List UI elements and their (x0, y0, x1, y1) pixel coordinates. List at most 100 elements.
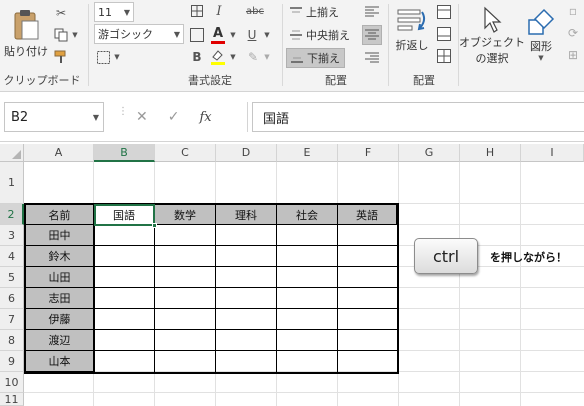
row-header-4[interactable]: 4 (0, 246, 24, 267)
name-box-value: B2 (11, 109, 29, 125)
chevron-down-icon: ▼ (92, 112, 99, 122)
select-all-corner[interactable] (0, 144, 24, 162)
font-color-dropdown-icon[interactable]: ▼ (228, 26, 238, 44)
column-header-i[interactable]: I (521, 144, 584, 162)
cell-f2[interactable]: 英語 (338, 205, 397, 225)
ctrl-caption: を押しながら！ (490, 251, 567, 264)
column-header-e[interactable]: E (277, 144, 338, 162)
middle-align-button[interactable]: 中央揃え (286, 25, 354, 45)
align-center-icon[interactable] (362, 25, 382, 45)
wrap-text-icon (397, 9, 426, 31)
bring-forward-icon[interactable] (434, 2, 454, 22)
highlight-icon[interactable] (208, 46, 228, 68)
formula-buttons: ✕ ✓ fx (128, 102, 248, 132)
cut-icon[interactable]: ✂ (52, 4, 70, 22)
align-objects-icon[interactable]: ⊞ (564, 46, 582, 64)
borders-icon[interactable] (94, 48, 112, 66)
format-brush-dropdown-icon[interactable]: ▼ (262, 48, 272, 66)
ctrl-key-label: ctrl (432, 246, 460, 266)
column-header-h[interactable]: H (460, 144, 521, 162)
italic-button[interactable]: I (210, 2, 228, 20)
group-separator (88, 4, 89, 86)
worksheet-grid[interactable]: A B C D E F G H I 1 2 3 4 5 6 7 8 9 10 1… (0, 144, 584, 406)
paste-label: 貼り付け (4, 45, 48, 58)
format-painter-icon[interactable] (52, 48, 70, 66)
gridline (398, 162, 399, 406)
font-name-combo[interactable]: 游ゴシック ▼ (94, 24, 184, 44)
cell-b2[interactable]: 国語 (94, 205, 155, 225)
font-color-button[interactable]: A (208, 24, 228, 46)
middle-align-label: 中央揃え (306, 29, 350, 42)
row-header-1[interactable]: 1 (0, 162, 24, 204)
insert-function-icon[interactable]: fx (199, 110, 211, 125)
paste-button[interactable]: 貼り付け (4, 4, 48, 64)
font-color-letter: A (212, 25, 224, 41)
fill-color-icon[interactable] (188, 26, 206, 44)
cancel-icon[interactable]: ✕ (136, 109, 148, 125)
column-header-a[interactable]: A (24, 144, 94, 162)
column-header-b[interactable]: B (94, 144, 155, 162)
top-align-button[interactable]: 上揃え (286, 2, 343, 22)
underline-button[interactable]: U (244, 26, 260, 44)
row-header-6[interactable]: 6 (0, 288, 24, 309)
formula-input[interactable]: 国語 (252, 102, 584, 132)
ctrl-key-graphic: ctrl (414, 238, 478, 274)
cell-a3[interactable]: 田中 (26, 225, 94, 246)
shapes-button[interactable]: 図形 ▼ (522, 2, 560, 68)
enter-icon[interactable]: ✓ (168, 109, 180, 125)
column-header-f[interactable]: F (338, 144, 399, 162)
row-header-2[interactable]: 2 (0, 204, 24, 225)
cell-a9[interactable]: 山本 (26, 351, 94, 372)
underline-dropdown-icon[interactable]: ▼ (262, 26, 272, 44)
formula-bar-grip-icon: ⋮ (118, 106, 128, 117)
strikethrough-button[interactable]: abc (244, 2, 266, 20)
row-header-11[interactable]: 11 (0, 393, 24, 406)
cell-d2[interactable]: 理科 (216, 205, 277, 225)
group-objects-icon[interactable] (434, 46, 454, 66)
font-dialog-icon[interactable] (188, 2, 206, 20)
cell-a7[interactable]: 伊藤 (26, 309, 94, 330)
select-objects-button[interactable]: オブジェクト の選択 (459, 2, 525, 70)
row-header-8[interactable]: 8 (0, 330, 24, 351)
row-header-3[interactable]: 3 (0, 225, 24, 246)
font-name-value: 游ゴシック (98, 28, 153, 41)
edit-shape-icon[interactable]: ▫ (564, 2, 582, 20)
cell-c2[interactable]: 数学 (155, 205, 216, 225)
borders-dropdown-icon[interactable]: ▼ (112, 48, 122, 66)
row-header-10[interactable]: 10 (0, 372, 24, 393)
column-header-g[interactable]: G (399, 144, 460, 162)
column-header-c[interactable]: C (155, 144, 216, 162)
wrap-text-button[interactable]: 折返し (392, 2, 432, 58)
copy-dropdown-icon[interactable]: ▼ (70, 26, 80, 44)
middle-align-icon (290, 30, 302, 40)
cell-a5[interactable]: 山田 (26, 267, 94, 288)
cell-e2[interactable]: 社会 (277, 205, 338, 225)
highlight-dropdown-icon[interactable]: ▼ (228, 48, 238, 66)
row-header-9[interactable]: 9 (0, 351, 24, 372)
name-box[interactable]: B2 ▼ (4, 102, 104, 132)
cell-a2[interactable]: 名前 (26, 205, 94, 225)
fill-handle[interactable] (152, 223, 157, 228)
bottom-align-button[interactable]: 下揃え (286, 48, 345, 68)
top-align-label: 上揃え (306, 6, 339, 19)
chevron-down-icon: ▼ (123, 7, 130, 17)
cell-a4[interactable]: 鈴木 (26, 246, 94, 267)
format-brush-icon[interactable]: ✎ (244, 48, 262, 66)
cell-a6[interactable]: 志田 (26, 288, 94, 309)
row-header-5[interactable]: 5 (0, 267, 24, 288)
column-header-d[interactable]: D (216, 144, 277, 162)
bottom-align-icon (291, 57, 303, 63)
row-header-7[interactable]: 7 (0, 309, 24, 330)
align-left-icon[interactable] (362, 2, 382, 22)
rotate-icon[interactable]: ⟳ (564, 24, 582, 42)
copy-icon[interactable] (52, 26, 70, 44)
bold-button[interactable]: B (188, 48, 206, 66)
send-backward-icon[interactable] (434, 24, 454, 44)
wrap-text-label: 折返し (395, 39, 429, 52)
font-group-label: 書式設定 (188, 74, 232, 87)
align-right-icon[interactable] (362, 48, 382, 68)
font-size-combo[interactable]: 11 ▼ (94, 2, 134, 22)
ribbon: 貼り付け ✂ ▼ クリップボード 11 ▼ 游ゴシック ▼ ▼ I abc A … (0, 0, 584, 92)
cell-a8[interactable]: 渡辺 (26, 330, 94, 351)
shapes-dropdown-icon: ▼ (538, 54, 544, 62)
